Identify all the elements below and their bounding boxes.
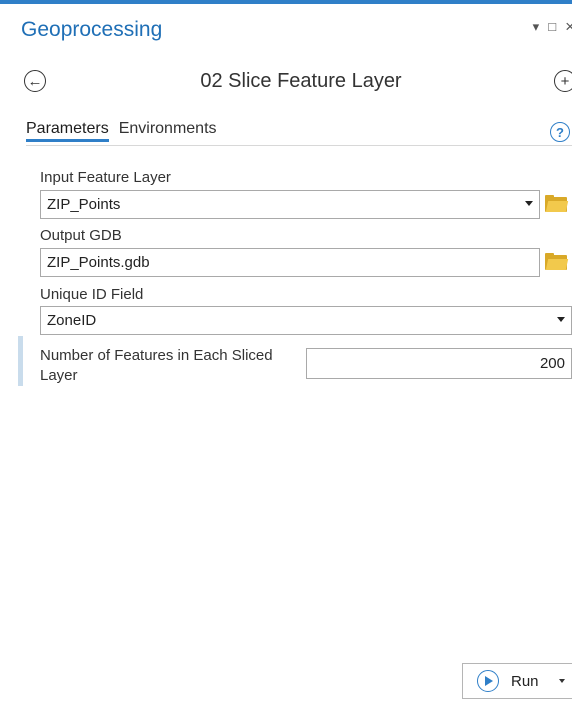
- tool-title: 02 Slice Feature Layer: [200, 70, 402, 92]
- help-icon[interactable]: ?: [550, 122, 570, 142]
- pin-dropdown-icon[interactable]: ▾: [533, 20, 540, 34]
- output-gdb-value: ZIP_Points.gdb: [47, 254, 150, 271]
- chevron-down-icon[interactable]: [557, 317, 565, 322]
- pane-title: Geoprocessing: [21, 18, 163, 41]
- input-layer-dropdown[interactable]: ZIP_Points: [40, 190, 540, 219]
- output-gdb-input[interactable]: ZIP_Points.gdb: [40, 248, 540, 277]
- output-gdb-label: Output GDB: [40, 227, 122, 244]
- unique-id-dropdown[interactable]: ZoneID: [40, 306, 572, 335]
- pane-top-accent: [0, 0, 572, 4]
- num-features-input[interactable]: 200: [306, 348, 572, 379]
- active-parameter-indicator: [18, 336, 23, 386]
- input-layer-value: ZIP_Points: [47, 196, 121, 213]
- input-layer-label: Input Feature Layer: [40, 169, 171, 186]
- run-label: Run: [511, 672, 539, 690]
- play-icon: [477, 670, 499, 692]
- maximize-icon[interactable]: □: [548, 20, 556, 34]
- num-features-label-line1: Number of Features in Each Sliced: [40, 347, 273, 364]
- tab-parameters[interactable]: Parameters: [26, 120, 109, 142]
- browse-folder-icon[interactable]: [545, 253, 569, 271]
- window-controls: ▾ □ ×: [533, 18, 572, 35]
- num-features-value: 200: [539, 355, 565, 372]
- chevron-down-icon[interactable]: [525, 201, 533, 206]
- chevron-down-icon[interactable]: [559, 679, 565, 683]
- add-icon[interactable]: +: [554, 70, 572, 92]
- tabs-divider: [26, 145, 572, 146]
- unique-id-value: ZoneID: [47, 312, 97, 329]
- tab-bar: Parameters Environments: [26, 120, 217, 142]
- close-icon[interactable]: ×: [565, 18, 572, 35]
- browse-folder-icon[interactable]: [545, 195, 569, 213]
- num-features-label-line2: Layer: [40, 367, 78, 384]
- tab-environments[interactable]: Environments: [119, 120, 217, 142]
- num-features-label: Number of Features in Each Sliced Layer: [40, 346, 273, 386]
- unique-id-label: Unique ID Field: [40, 286, 144, 303]
- run-button[interactable]: Run: [462, 663, 572, 699]
